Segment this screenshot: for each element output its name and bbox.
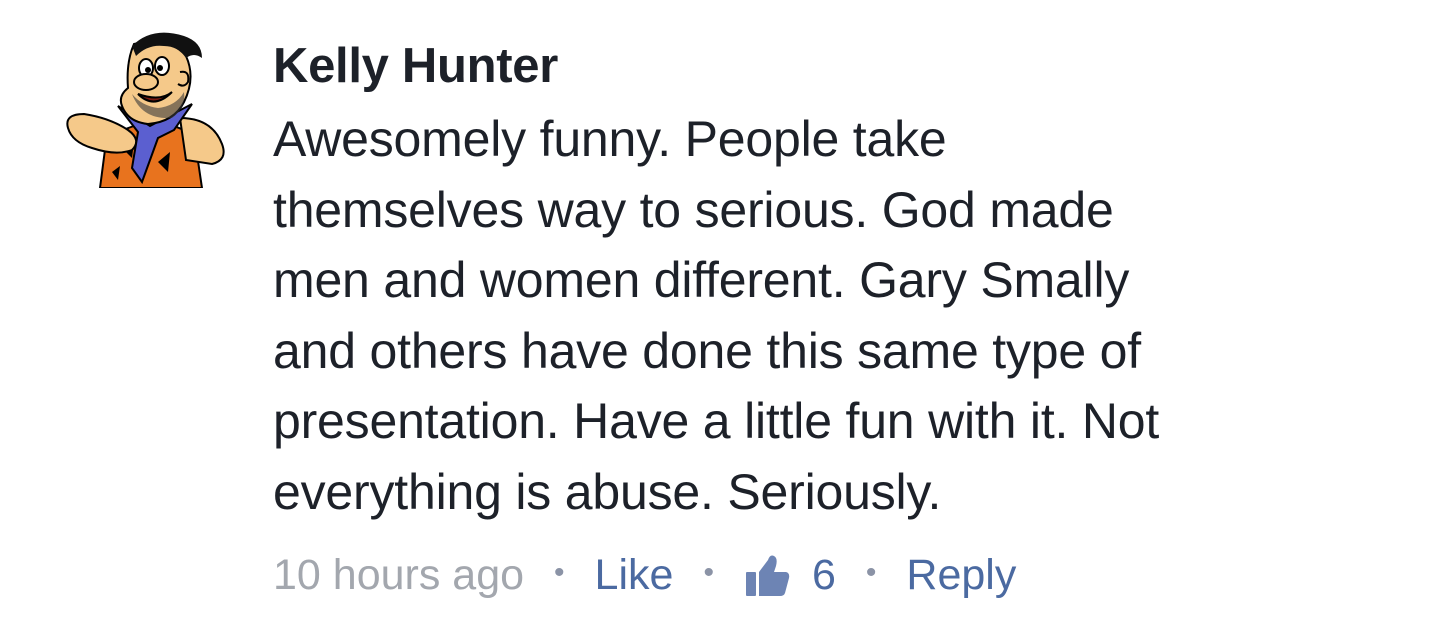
avatar[interactable] — [62, 22, 228, 188]
thumbs-up-icon — [744, 552, 790, 598]
cartoon-caveman-avatar-icon — [66, 32, 225, 188]
comment-body-line: everything is abuse. Seriously. — [273, 463, 942, 520]
comment-actions-bar: 10 hours ago • Like • 6 • Reply — [273, 545, 1016, 605]
like-count-button[interactable]: 6 — [744, 545, 836, 605]
comment-body-line: men and women different. Gary Smally — [273, 252, 1130, 308]
separator-dot: • — [865, 556, 877, 589]
comment-body-line: themselves way to serious. God made — [273, 181, 1114, 238]
comment-timestamp[interactable]: 10 hours ago — [273, 545, 524, 605]
comment-body-line: and others have done this same type of — [273, 322, 1141, 379]
separator-dot: • — [703, 556, 714, 589]
comment-body-line: presentation. Have a little fun with it.… — [273, 393, 1160, 449]
comment-author[interactable]: Kelly Hunter — [273, 36, 558, 96]
like-button[interactable]: Like — [595, 545, 674, 605]
comment-body: Awesomely funny. People take themselves … — [273, 104, 1413, 527]
reply-button[interactable]: Reply — [906, 545, 1016, 605]
like-count: 6 — [811, 551, 836, 599]
separator-dot: • — [554, 556, 565, 589]
comment-body-line: Awesomely funny. People take — [273, 111, 947, 167]
comment: Kelly Hunter Awesomely funny. People tak… — [0, 0, 1440, 623]
